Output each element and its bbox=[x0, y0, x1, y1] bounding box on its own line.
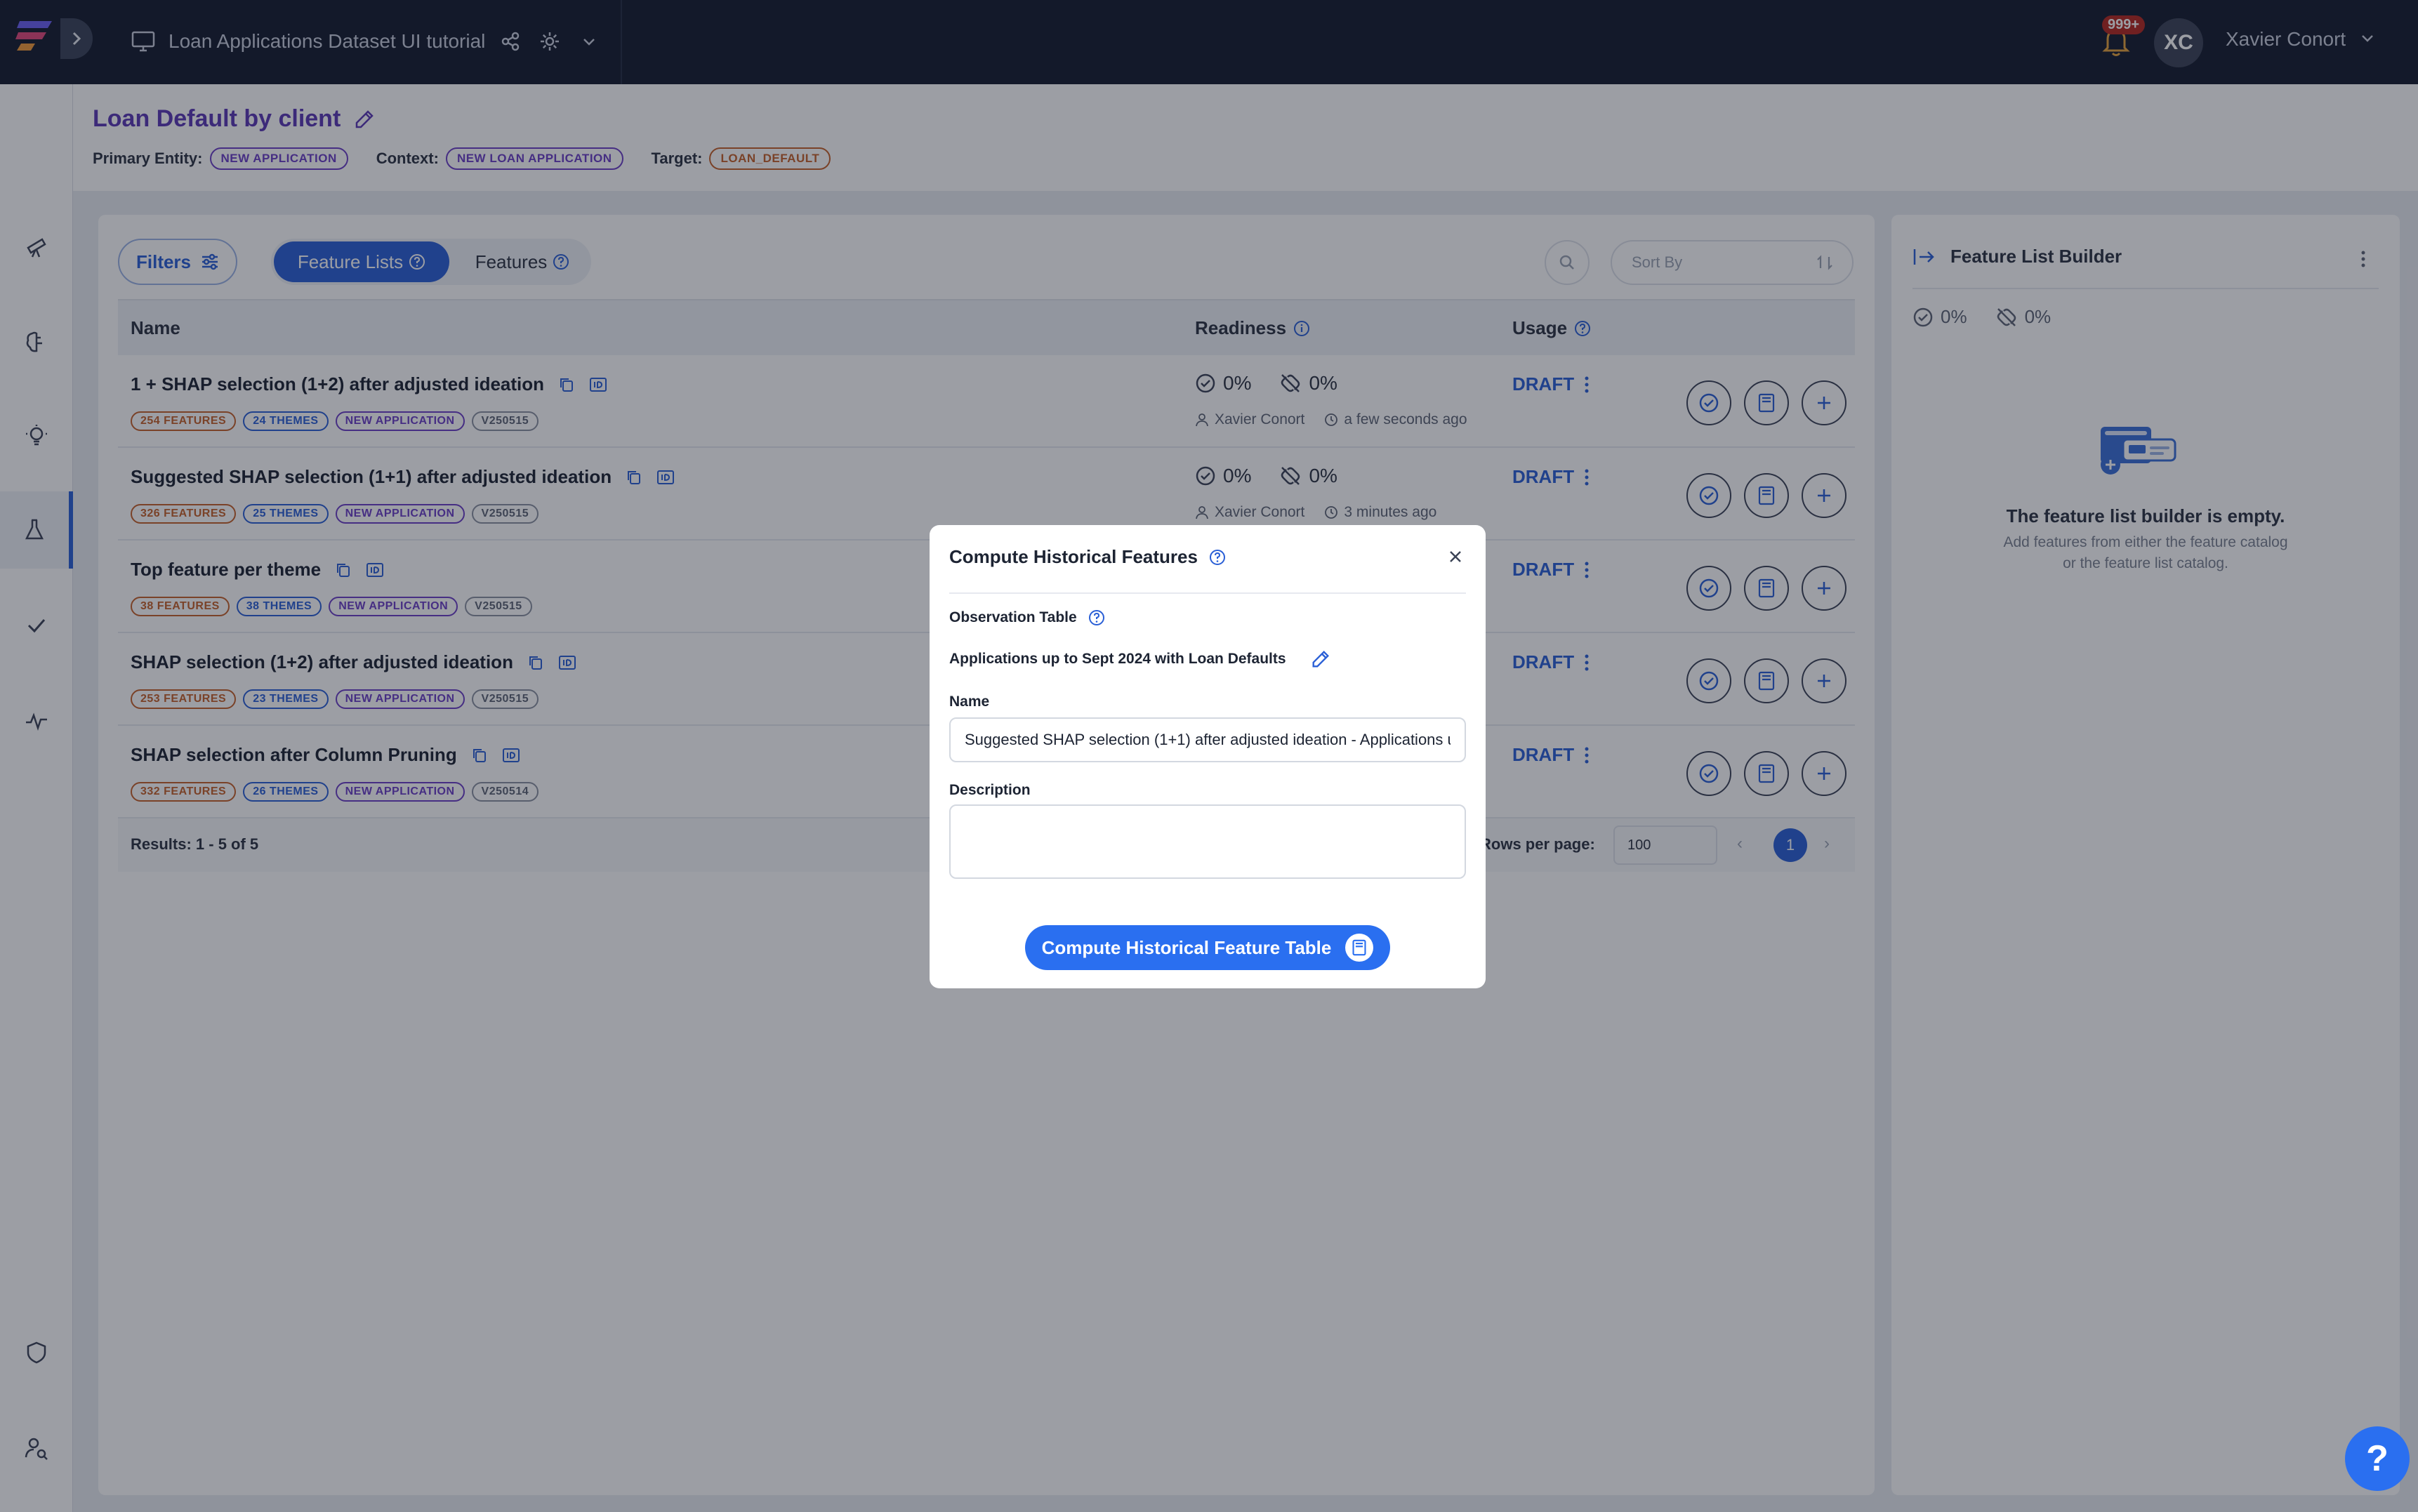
help-button[interactable]: ? bbox=[2345, 1426, 2410, 1491]
table-calc-icon bbox=[1345, 934, 1374, 962]
divider bbox=[949, 592, 1466, 594]
compute-button-label: Compute Historical Feature Table bbox=[1041, 936, 1332, 958]
compute-historical-feature-table-button[interactable]: Compute Historical Feature Table bbox=[1025, 925, 1390, 970]
dialog-title: Compute Historical Features bbox=[949, 546, 1198, 567]
edit-icon[interactable] bbox=[1310, 649, 1331, 670]
observation-table-label: Observation Table bbox=[949, 609, 1077, 625]
description-field[interactable] bbox=[949, 804, 1466, 879]
description-label: Description bbox=[949, 782, 1031, 798]
name-label: Name bbox=[949, 694, 990, 710]
help-icon[interactable] bbox=[1088, 609, 1105, 626]
close-icon[interactable] bbox=[1448, 549, 1463, 564]
compute-historical-features-dialog: Compute Historical Features Observation … bbox=[930, 525, 1486, 988]
help-icon[interactable] bbox=[1209, 549, 1226, 566]
observation-table-value: Applications up to Sept 2024 with Loan D… bbox=[949, 651, 1286, 667]
name-field[interactable] bbox=[949, 717, 1466, 762]
